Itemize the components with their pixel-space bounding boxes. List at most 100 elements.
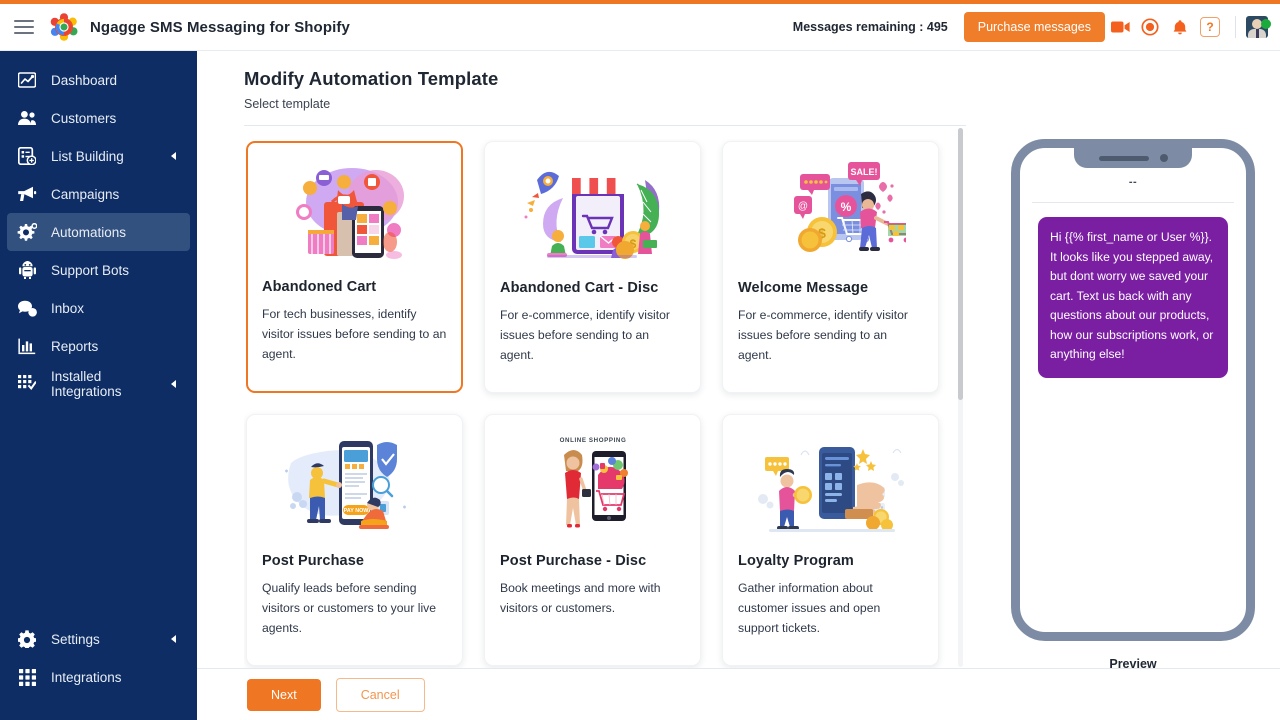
template-card[interactable]: % SALE! @ $ Welcome Message For e-commerc… — [722, 141, 939, 393]
message-bubble: Hi {{% first_name or User %}}. It looks … — [1038, 217, 1228, 378]
help-icon[interactable]: ? — [1200, 17, 1220, 37]
purchase-messages-button[interactable]: Purchase messages — [964, 12, 1105, 42]
sidebar-item-label: Automations — [51, 225, 126, 240]
page-title: Modify Automation Template — [244, 68, 1280, 90]
sidebar-item-label: Installed Integrations — [51, 369, 171, 399]
app-header: Ngagge SMS Messaging for Shopify Message… — [0, 4, 1280, 51]
template-card-description: Qualify leads before sending visitors or… — [262, 579, 447, 638]
sidebar-item-customers[interactable]: Customers — [7, 99, 190, 137]
sidebar-item-label: Settings — [51, 632, 100, 647]
template-card-description: For tech businesses, identify visitor is… — [262, 305, 447, 364]
online-status-dot — [1261, 19, 1271, 29]
gear-spark-icon — [16, 222, 38, 242]
messages-remaining-label: Messages remaining : 495 — [793, 20, 948, 34]
sidebar-secondary-nav: Settings Integrations — [0, 620, 197, 720]
chevron-left-icon[interactable] — [171, 380, 176, 388]
grid-check-icon — [16, 374, 38, 394]
svg-text:@: @ — [797, 201, 807, 212]
template-card-description: For e-commerce, identify visitor issues … — [738, 306, 923, 365]
content-row: Abandoned Cart For tech businesses, ident… — [197, 126, 1280, 684]
sidebar: Dashboard Customers List Building Campaigns… — [0, 51, 197, 720]
template-card-title: Welcome Message — [738, 280, 923, 297]
app-title: Ngagge SMS Messaging for Shopify — [90, 19, 350, 36]
template-card-title: Loyalty Program — [738, 553, 923, 570]
online-shopping-illustration: ONLINE SHOPPING — [500, 431, 685, 539]
storefront-illustration: $ — [500, 158, 685, 266]
preview-status-text: -- — [1020, 176, 1246, 188]
template-card-description: Gather information about customer issues… — [738, 579, 923, 638]
template-scrollbar-thumb[interactable] — [958, 128, 963, 400]
robot-icon — [16, 260, 38, 280]
front-camera-dot — [1160, 154, 1168, 162]
main-content: Modify Automation Template Select templa… — [197, 51, 1280, 720]
sidebar-item-label: Support Bots — [51, 263, 129, 278]
help-button[interactable]: ? — [1195, 12, 1225, 42]
sidebar-item-reports[interactable]: Reports — [7, 327, 190, 365]
ngagge-logo-icon[interactable] — [50, 13, 78, 41]
hamburger-icon[interactable] — [14, 20, 34, 34]
people-icon — [16, 108, 38, 128]
template-list: Abandoned Cart For tech businesses, ident… — [244, 139, 964, 684]
sidebar-primary-nav: Dashboard Customers List Building Campaigns… — [0, 51, 197, 403]
sidebar-item-list-building[interactable]: List Building — [7, 137, 190, 175]
loyalty-illustration — [738, 431, 923, 539]
template-scrollbar-track[interactable] — [958, 128, 963, 667]
sidebar-item-label: Reports — [51, 339, 98, 354]
template-card-description: For e-commerce, identify visitor issues … — [500, 306, 685, 365]
sidebar-item-integrations[interactable]: Integrations — [7, 658, 190, 696]
sidebar-item-label: Customers — [51, 111, 116, 126]
sidebar-item-support-bots[interactable]: Support Bots — [7, 251, 190, 289]
sidebar-item-campaigns[interactable]: Campaigns — [7, 175, 190, 213]
sidebar-item-settings[interactable]: Settings — [7, 620, 190, 658]
template-card-description: Book meetings and more with visitors or … — [500, 579, 685, 619]
template-card[interactable]: Abandoned Cart For tech businesses, ident… — [246, 141, 463, 393]
template-card[interactable]: Loyalty Program Gather information about … — [722, 414, 939, 666]
next-button[interactable]: Next — [247, 679, 321, 711]
sidebar-item-label: List Building — [51, 149, 124, 164]
chevron-left-icon[interactable] — [171, 635, 176, 643]
page-subtitle: Select template — [244, 97, 1280, 111]
sidebar-item-label: Inbox — [51, 301, 84, 316]
template-card-title: Abandoned Cart — [262, 279, 447, 296]
template-card[interactable]: ONLINE SHOPPING Post Purchase - Disc Book… — [484, 414, 701, 666]
svg-text:PAY NOW: PAY NOW — [343, 508, 369, 514]
bar-chart-icon — [16, 336, 38, 356]
pay-now-illustration: PAY NOW — [262, 431, 447, 539]
sale-phone-illustration: % SALE! @ $ — [738, 158, 923, 266]
phone-mockup: -- Hi {{% first_name or User %}}. It loo… — [1011, 139, 1255, 641]
cancel-button[interactable]: Cancel — [336, 678, 425, 712]
app-root: Ngagge SMS Messaging for Shopify Message… — [0, 0, 1280, 720]
preview-pane: -- Hi {{% first_name or User %}}. It loo… — [1003, 139, 1263, 684]
phone-notch — [1074, 148, 1192, 168]
video-camera-icon[interactable] — [1105, 12, 1135, 42]
sidebar-item-dashboard[interactable]: Dashboard — [7, 61, 190, 99]
chat-bubbles-icon — [16, 298, 38, 318]
chevron-left-icon[interactable] — [171, 152, 176, 160]
template-card[interactable]: $ Abandoned Cart - Disc For e-commerce, i… — [484, 141, 701, 393]
template-card[interactable]: PAY NOW Post Purchase Qualify leads befor… — [246, 414, 463, 666]
sidebar-item-inbox[interactable]: Inbox — [7, 289, 190, 327]
list-add-icon — [16, 146, 38, 166]
svg-text:%: % — [840, 200, 851, 214]
sidebar-item-installed-integrations[interactable]: Installed Integrations — [7, 365, 190, 403]
bell-icon[interactable] — [1165, 12, 1195, 42]
grid-apps-icon — [16, 667, 38, 687]
template-card-title: Post Purchase — [262, 553, 447, 570]
svg-text:ONLINE SHOPPING: ONLINE SHOPPING — [559, 437, 626, 444]
sidebar-item-label: Dashboard — [51, 73, 117, 88]
template-card-title: Abandoned Cart - Disc — [500, 280, 685, 297]
phone-divider — [1032, 202, 1234, 203]
header-actions: Messages remaining : 495 Purchase messag… — [793, 12, 1280, 42]
sidebar-item-label: Campaigns — [51, 187, 119, 202]
header-divider — [1235, 16, 1236, 38]
template-grid: Abandoned Cart For tech businesses, ident… — [244, 139, 964, 684]
record-icon[interactable] — [1135, 12, 1165, 42]
avatar-tie — [1256, 29, 1259, 38]
speaker-bar — [1099, 156, 1149, 161]
template-card-title: Post Purchase - Disc — [500, 553, 685, 570]
sidebar-item-label: Integrations — [51, 670, 122, 685]
main-header: Modify Automation Template Select templa… — [197, 51, 1280, 111]
megaphone-icon — [16, 184, 38, 204]
gear-icon — [16, 629, 38, 649]
sidebar-item-automations[interactable]: Automations — [7, 213, 190, 251]
